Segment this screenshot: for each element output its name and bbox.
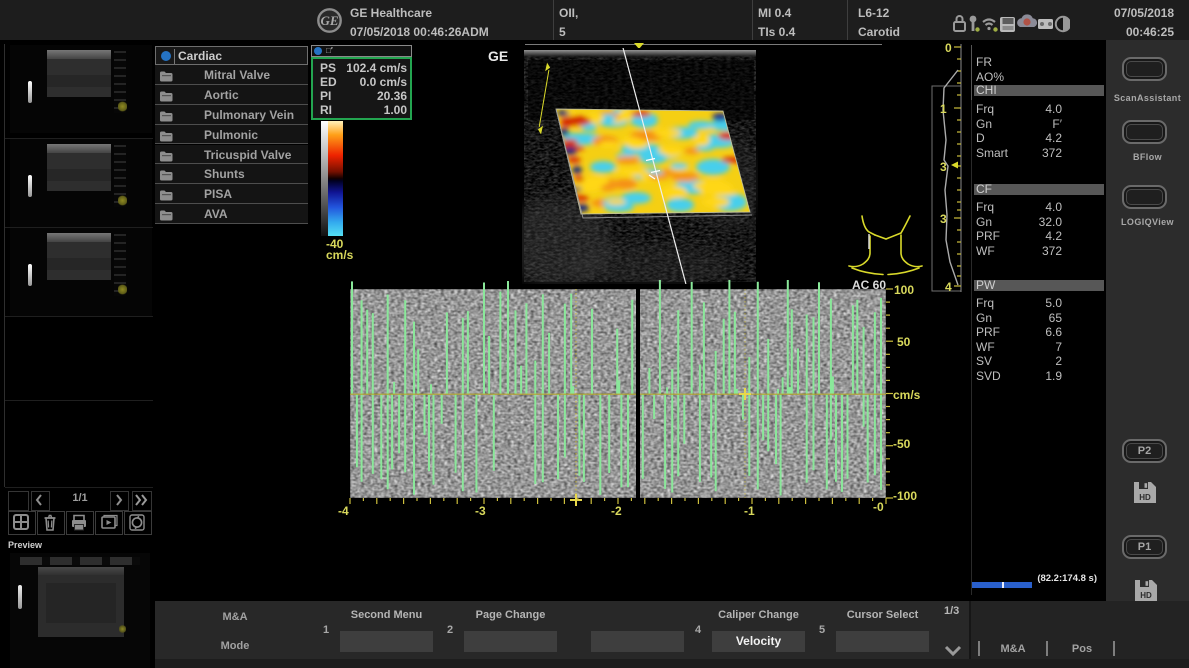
svg-text:GE: GE	[320, 13, 338, 28]
svg-text:HD: HD	[1140, 591, 1152, 600]
svg-text:0: 0	[945, 41, 952, 55]
svg-text:3: 3	[940, 212, 947, 226]
svg-text:1: 1	[940, 102, 947, 116]
svg-text:3: 3	[940, 160, 947, 174]
svg-text:4: 4	[945, 280, 952, 294]
svg-text:HD: HD	[1139, 493, 1151, 502]
